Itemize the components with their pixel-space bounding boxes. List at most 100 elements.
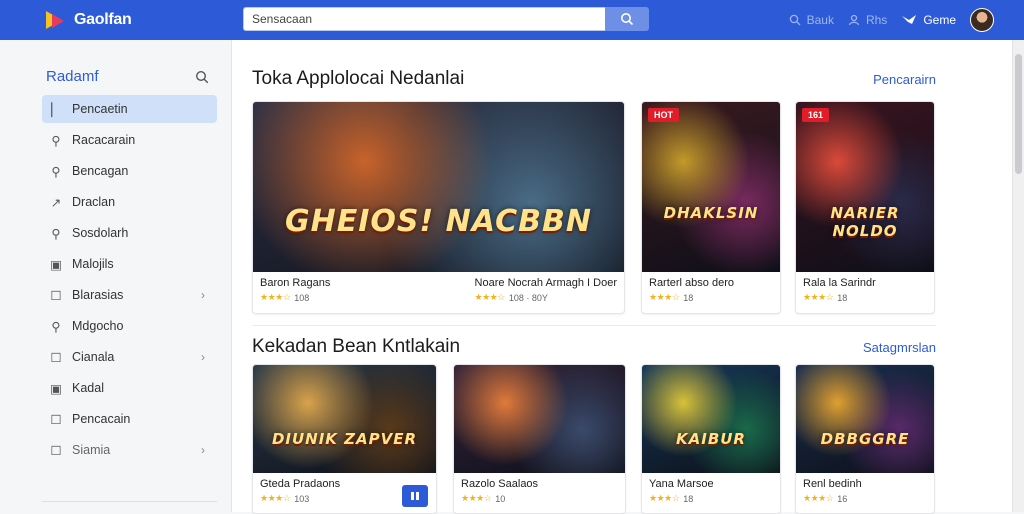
search-icon (621, 13, 634, 26)
doc-icon: ☐ (50, 288, 62, 303)
section-divider (252, 325, 936, 326)
bird-icon (902, 15, 917, 24)
top-link-geme[interactable]: Geme (901, 13, 956, 27)
section-see-all-link[interactable]: Satagmrslan (863, 340, 936, 355)
game-meta: ★★★☆ 103 (260, 493, 340, 504)
top-link-label: Rhs (865, 13, 888, 27)
sidebar-item-pencacain[interactable]: ☐ Pencacain (42, 405, 217, 433)
section-title: Kekadan Bean Kntlakain (252, 336, 461, 357)
search-button[interactable] (605, 7, 649, 31)
rating-stars: ★★★☆ (461, 493, 492, 503)
card-body-row: Yana Marsoe ★★★☆ 18 (642, 473, 780, 509)
game-thumbnail: HOT DHAKLSIN (642, 102, 780, 272)
top-link-rhs[interactable]: Rhs (848, 13, 887, 27)
search-icon (789, 14, 801, 26)
sidebar-item-malojils[interactable]: ▣ Malojils (42, 250, 217, 278)
search-icon: ⚲ (51, 164, 61, 179)
rating-stars: ★★★☆ (260, 493, 291, 503)
game-art-title: NARIER NOLDO (830, 204, 900, 240)
search-icon[interactable] (195, 70, 209, 84)
top-link-label: Bauk (806, 13, 834, 27)
game-thumbnail: 161 NARIER NOLDO (796, 102, 934, 272)
game-title: Yana Marsoe (649, 478, 714, 490)
section-header: Toka Applolocai Nedanlai Pencarairn (252, 68, 936, 90)
game-card[interactable]: 161 NARIER NOLDO Rala la Sarindr ★★★☆ 18 (795, 101, 935, 314)
top-link-label: Geme (923, 13, 956, 27)
avatar[interactable] (970, 8, 994, 32)
game-info: Razolo Saalaos ★★★☆ 10 (454, 473, 545, 509)
scrollbar[interactable] (1012, 40, 1024, 512)
game-thumbnail: GHEIOS! NACBBN (253, 102, 624, 272)
game-title: Rarterl abso dero (649, 277, 734, 289)
game-meta: ★★★☆ 18 (803, 292, 876, 303)
game-info: Renl bedinh ★★★☆ 16 (796, 473, 869, 509)
game-meta: ★★★☆ 18 (649, 493, 714, 504)
sidebar-item-mdgocho[interactable]: ⚲ Mdgocho (42, 312, 217, 340)
sidebar-item-label: Kadal (72, 381, 104, 395)
sidebar-item-blarasias[interactable]: ☐ Blarasias › (42, 281, 217, 309)
game-art-title: DHAKLSIN (663, 204, 759, 222)
card-body-row: Rarterl abso dero ★★★☆ 18 (642, 272, 780, 308)
game-badge: 161 (802, 108, 830, 122)
sidebar-item-racacarain[interactable]: ⚲ Racacarain (42, 126, 217, 154)
game-title: Baron Ragans (260, 277, 331, 289)
game-card[interactable]: GHEIOS! NACBBN Baron Ragans ★★★☆ 108 Noare N… (252, 101, 625, 314)
game-thumbnail: DIUNIK ZAPVER (253, 365, 436, 473)
game-info: Yana Marsoe ★★★☆ 18 (642, 473, 721, 509)
doc-icon: ☐ (50, 350, 62, 365)
search-bar (243, 7, 649, 31)
person-icon (848, 14, 860, 26)
sidebar-list: ▏ Pencaetin ⚲ Racacarain ⚲ Bencagan ↗ Dracla… (0, 95, 231, 464)
rating-count: 103 (294, 493, 310, 504)
game-card[interactable]: Razolo Saalaos ★★★☆ 10 (453, 364, 626, 514)
game-title: Razolo Saalaos (461, 478, 539, 490)
doc-icon: ☐ (50, 443, 62, 458)
logo-icon (46, 9, 68, 31)
card-body-row: Renl bedinh ★★★☆ 16 (796, 473, 934, 509)
game-title: Renl bedinh (803, 478, 862, 490)
game-badge: HOT (648, 108, 679, 122)
doc-icon: ☐ (50, 412, 62, 427)
game-info: Rala la Sarindr ★★★☆ 18 (796, 272, 883, 308)
bookmark-icon: ▏ (51, 102, 61, 117)
game-info: Rarterl abso dero ★★★☆ 18 (642, 272, 741, 308)
rating-count: 108 (294, 292, 310, 303)
game-card[interactable]: DIUNIK ZAPVER Gteda Pradaons ★★★☆ 103 (252, 364, 437, 514)
rating-stars: ★★★☆ (803, 292, 834, 302)
app-logo[interactable]: Gaolfan (46, 9, 226, 31)
game-art-title: KAIBUR (676, 429, 746, 448)
sidebar-item-sosdolarh[interactable]: ⚲ Sosdolarh (42, 219, 217, 247)
game-card[interactable]: HOT DHAKLSIN Rarterl abso dero ★★★☆ 18 (641, 101, 781, 314)
game-meta: ★★★☆ 108 (260, 292, 330, 303)
sidebar-item-siamia[interactable]: ☐ Siamia › (42, 436, 217, 464)
game-info: Baron Ragans ★★★☆ 108 (253, 272, 337, 308)
sidebar-item-bencagan[interactable]: ⚲ Bencagan (42, 157, 217, 185)
game-thumbnail (454, 365, 625, 473)
sidebar-item-label: Pencacain (72, 412, 131, 426)
section-see-all-link[interactable]: Pencarairn (873, 72, 936, 87)
game-card[interactable]: DBBGGRE Renl bedinh ★★★☆ 16 (795, 364, 935, 514)
sidebar-item-kadal[interactable]: ▣ Kadal (42, 374, 217, 402)
arrow-icon: ↗ (50, 195, 62, 210)
game-art-title: DBBGGRE (820, 429, 910, 448)
sidebar-item-cianala[interactable]: ☐ Cianala › (42, 343, 217, 371)
app-name: Gaolfan (74, 11, 132, 28)
sidebar-item-label: Siamia (72, 443, 111, 457)
scrollbar-thumb[interactable] (1015, 54, 1022, 174)
search-icon: ⚲ (51, 133, 61, 148)
sidebar-item-draclan[interactable]: ↗ Draclan (42, 188, 217, 216)
rating-count: 108 · 80Y (508, 292, 548, 303)
sidebar-item-pencaetin[interactable]: ▏ Pencaetin (42, 95, 217, 123)
download-button[interactable] (402, 485, 428, 507)
sidebar-header: Radamf (46, 68, 209, 85)
sidebar-item-label: Malojils (72, 257, 114, 271)
sidebar-item-label: Cianala (72, 350, 115, 364)
section-header: Kekadan Bean Kntlakain Satagmrslan (252, 336, 936, 358)
game-info: Gteda Pradaons ★★★☆ 103 (253, 473, 347, 509)
search-input[interactable] (243, 7, 605, 31)
sidebar-item-label: Pencaetin (72, 102, 128, 116)
top-actions: Bauk Rhs Geme (789, 0, 994, 40)
game-title: Gteda Pradaons (260, 478, 341, 490)
top-link-bauk[interactable]: Bauk (789, 13, 834, 27)
game-card[interactable]: KAIBUR Yana Marsoe ★★★☆ 18 (641, 364, 781, 514)
